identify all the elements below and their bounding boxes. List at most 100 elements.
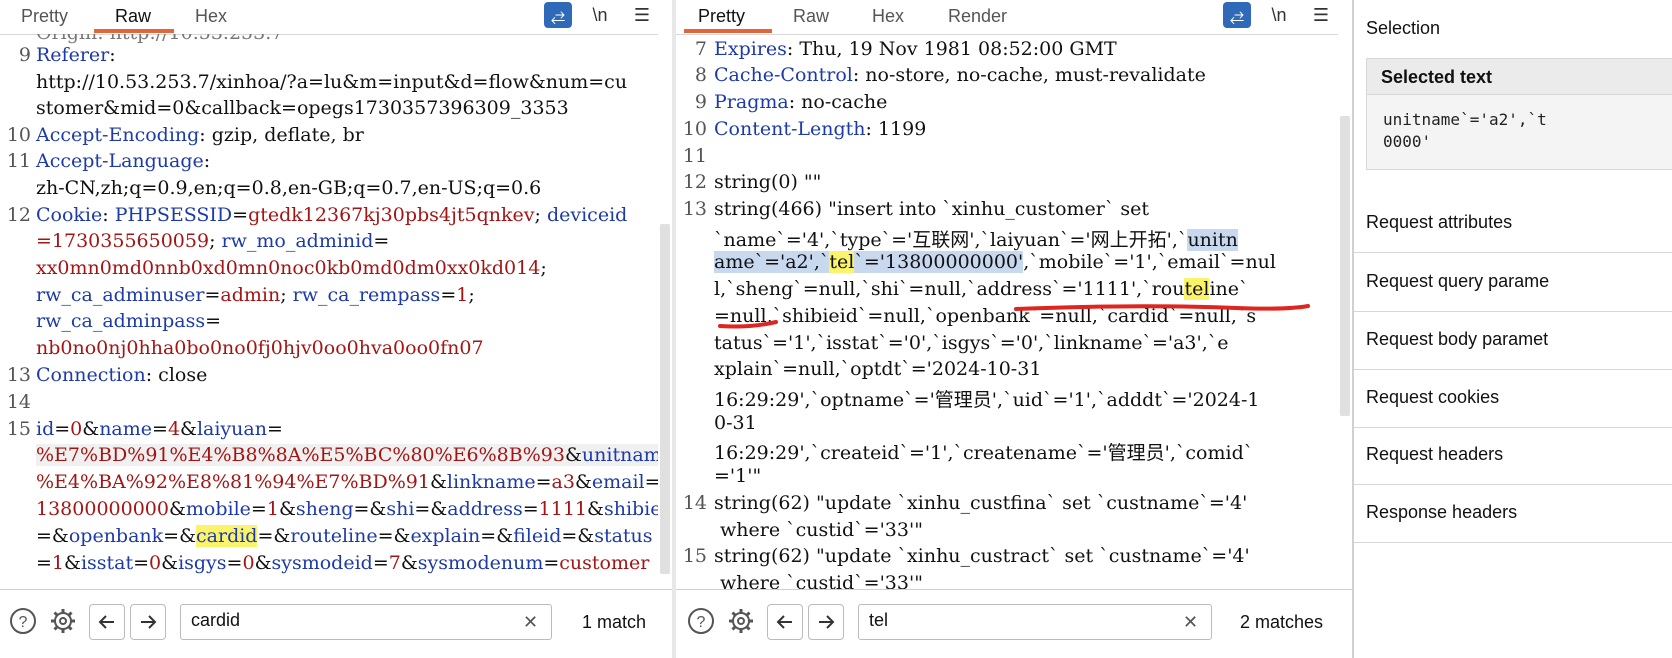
code-line: stomer&mid=0&callback=opegs1730357396309… — [36, 97, 569, 119]
search-field[interactable]: ✕ — [858, 604, 1212, 640]
code-line: Content-Length: 1199 — [714, 118, 927, 140]
menu-icon[interactable]: ☰ — [628, 2, 656, 28]
code-line: Accept-Encoding: gzip, deflate, br — [36, 124, 364, 146]
svg-text:?: ? — [697, 614, 706, 631]
clear-search-icon[interactable]: ✕ — [1183, 612, 1198, 633]
line-number: 7 — [694, 38, 707, 60]
match-count: 2 matches — [1240, 612, 1324, 632]
code-line: l,`sheng`=null,`shi`=null,`address`='111… — [714, 278, 1249, 300]
line-number: 12 — [682, 171, 707, 193]
code-line: where `custid`='33'" — [714, 519, 923, 541]
tab-render[interactable]: Render — [948, 6, 1007, 27]
code-line: Pragma: no-cache — [714, 91, 888, 113]
active-tab-indicator — [684, 29, 772, 33]
code-line: Origin: http://10.53.253.7 — [36, 34, 283, 44]
code-line: Referer: — [36, 44, 116, 66]
show-newlines-button[interactable]: \n — [1265, 2, 1293, 28]
line-number: 12 — [6, 204, 31, 226]
line-number: 11 — [6, 150, 31, 172]
code-line: ='1'" — [714, 465, 762, 487]
help-icon[interactable]: ? — [684, 604, 718, 638]
inspector-response-headers[interactable]: Response headers — [1354, 486, 1672, 543]
settings-icon[interactable] — [46, 604, 80, 638]
inspector-request-cookies[interactable]: Request cookies — [1354, 371, 1672, 428]
search-input[interactable] — [867, 609, 1171, 632]
response-search-bar: ? ✕ 2 matches — [676, 589, 1352, 658]
settings-icon[interactable] — [724, 604, 758, 638]
selected-text-header[interactable]: Selected text — [1367, 59, 1672, 95]
line-number: 9 — [18, 44, 31, 66]
inspector-request-attributes[interactable]: Request attributes — [1354, 196, 1672, 253]
code-line: 0-31 — [714, 412, 757, 434]
clear-search-icon[interactable]: ✕ — [523, 612, 538, 633]
code-line: string(0) "" — [714, 171, 822, 193]
search-field[interactable]: ✕ — [180, 604, 552, 640]
match-count: 1 match — [582, 612, 647, 632]
wrap-lines-button[interactable]: ⥄ — [1223, 2, 1251, 28]
request-tabs: Pretty Raw Hex ⥄ \n ☰ — [0, 0, 672, 35]
text-selection: unitn — [1187, 229, 1238, 251]
line-number: 11 — [682, 145, 707, 167]
code-line: ame`='a2',`tel`='13800000000',`mobile`='… — [714, 251, 1276, 273]
next-match-icon[interactable] — [130, 604, 166, 640]
code-line: id=0&name=4&laiyuan= — [36, 418, 283, 440]
code-line: rw_ca_adminuser=admin; rw_ca_rempass=1; — [36, 284, 481, 306]
line-number: 10 — [682, 118, 707, 140]
code-line: =null,`shibieid`=null,`openbank`=null,`c… — [714, 305, 1257, 327]
inspector-panel: Selection Selected text unitname`='a2',`… — [1354, 0, 1672, 658]
line-number: 14 — [6, 391, 31, 413]
selected-text-content[interactable]: unitname`='a2',`t 0000' — [1383, 109, 1547, 153]
code-line: tatus`='1',`isstat`='0',`isgys`='0',`lin… — [714, 332, 1229, 354]
response-scrollbar[interactable] — [1338, 34, 1352, 590]
inspector-title: Selection — [1366, 18, 1441, 38]
code-line: %E4%BA%92%E8%81%94%E7%BD%91&linkname=a3&… — [36, 471, 658, 493]
code-line: zh-CN,zh;q=0.9,en;q=0.8,en-GB;q=0.7,en-U… — [36, 177, 542, 199]
request-search-bar: ? ✕ 1 match — [0, 589, 672, 658]
code-line: Connection: close — [36, 364, 208, 386]
inspector-request-query-parameters[interactable]: Request query parame — [1354, 255, 1672, 312]
tab-hex[interactable]: Hex — [872, 6, 904, 27]
menu-icon[interactable]: ☰ — [1307, 2, 1335, 28]
code-line: string(62) "update `xinhu_custfina` set … — [714, 492, 1248, 514]
active-tab-indicator — [94, 29, 174, 33]
inspector-request-body-parameters[interactable]: Request body paramet — [1354, 313, 1672, 370]
code-line: rw_ca_adminpass= — [36, 310, 222, 332]
request-pane: Pretty Raw Hex ⥄ \n ☰ Origin: http://10.… — [0, 0, 672, 658]
search-match: tel — [829, 251, 855, 273]
scrollbar-thumb[interactable] — [1340, 116, 1350, 416]
selected-text-box: Selected text unitname`='a2',`t 0000' — [1366, 58, 1672, 170]
tab-raw[interactable]: Raw — [793, 6, 829, 27]
line-number: 13 — [6, 364, 31, 386]
tab-raw[interactable]: Raw — [115, 6, 151, 27]
line-number: 13 — [682, 198, 707, 220]
tab-hex[interactable]: Hex — [195, 6, 227, 27]
show-newlines-button[interactable]: \n — [586, 2, 614, 28]
search-input[interactable] — [189, 609, 493, 632]
svg-text:?: ? — [19, 614, 28, 631]
response-tabs: Pretty Raw Hex Render ⥄ \n ☰ — [676, 0, 1352, 35]
help-icon[interactable]: ? — [6, 604, 40, 638]
prev-match-icon[interactable] — [89, 604, 125, 640]
line-number: 14 — [682, 492, 707, 514]
scrollbar-thumb[interactable] — [660, 224, 670, 574]
search-match: cardid — [196, 525, 258, 547]
inspector-request-headers[interactable]: Request headers — [1354, 428, 1672, 485]
code-line: xx0mn0md0nnb0xd0mn0noc0kb0md0dm0xx0kd014… — [36, 257, 553, 279]
response-editor[interactable]: 7 Expires: Thu, 19 Nov 1981 08:52:00 GMT… — [676, 34, 1338, 590]
code-line: %E7%BD%91%E4%B8%8A%E5%BC%80%E6%8B%93&uni… — [36, 444, 658, 466]
line-number: 15 — [6, 418, 31, 440]
tab-pretty[interactable]: Pretty — [21, 6, 68, 27]
code-line: string(466) "insert into `xinhu_customer… — [714, 198, 1150, 220]
tab-pretty[interactable]: Pretty — [698, 6, 745, 27]
request-scrollbar[interactable] — [658, 34, 672, 590]
wrap-lines-button[interactable]: ⥄ — [544, 2, 572, 28]
prev-match-icon[interactable] — [767, 604, 803, 640]
line-number: 15 — [682, 545, 707, 567]
line-number: 10 — [6, 124, 31, 146]
code-line: `name`='4',`type`='互联网',`laiyuan`='网上开拓'… — [714, 229, 1238, 251]
code-line: =1730355650059; rw_mo_adminid= — [36, 230, 390, 252]
next-match-icon[interactable] — [808, 604, 844, 640]
request-editor[interactable]: Origin: http://10.53.253.7 9 Referer: ht… — [0, 34, 658, 590]
code-line: Cookie: PHPSESSID=gtedk12367kj30pbs4jt5q… — [36, 204, 628, 226]
search-match: tel — [1184, 278, 1210, 300]
